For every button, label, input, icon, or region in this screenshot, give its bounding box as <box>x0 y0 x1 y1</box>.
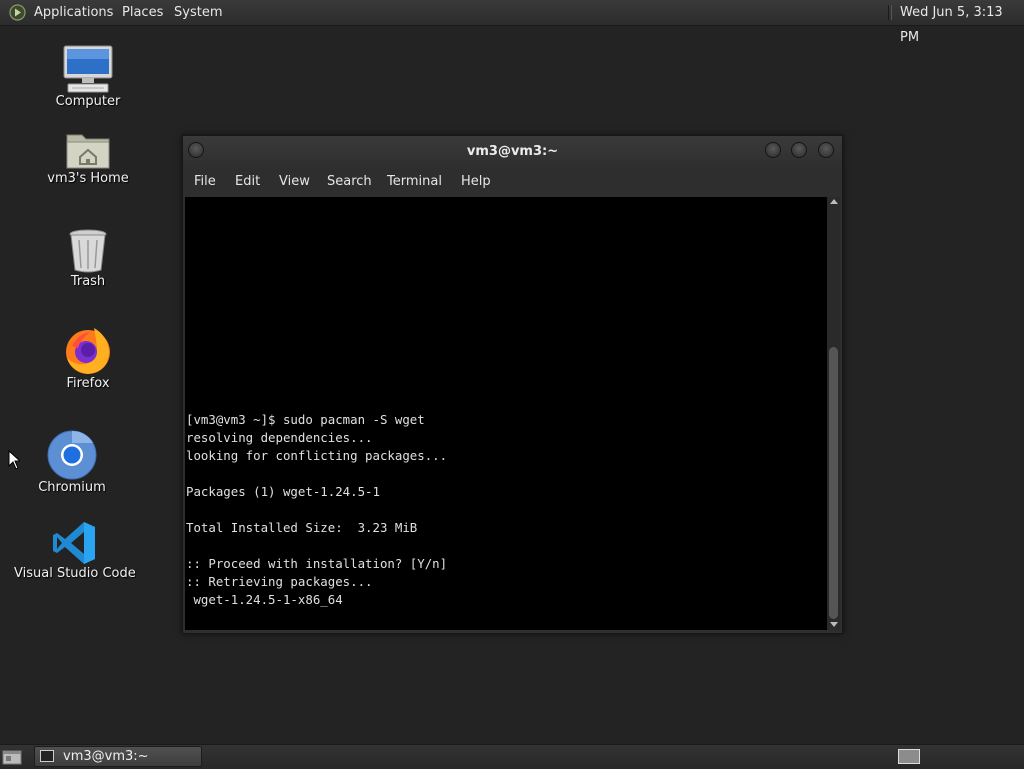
terminal-menubar: File Edit View Search Terminal Help <box>183 167 842 196</box>
window-titlebar[interactable]: vm3@vm3:~ <box>183 136 842 167</box>
mouse-cursor-icon <box>8 450 20 470</box>
vscode-icon <box>53 522 95 564</box>
applications-logo-icon[interactable] <box>9 4 26 21</box>
terminal-line: wget-1.24.5-1-x86_64 <box>186 592 343 607</box>
applications-menu[interactable]: Applications <box>34 0 113 25</box>
menu-edit[interactable]: Edit <box>235 167 260 196</box>
places-menu[interactable]: Places <box>122 0 163 25</box>
menu-view[interactable]: View <box>279 167 310 196</box>
scroll-down-arrow-icon[interactable] <box>830 622 838 627</box>
system-menu[interactable]: System <box>174 0 222 25</box>
clock[interactable]: Wed Jun 5, 3:13 PM <box>900 0 1024 50</box>
menu-help[interactable]: Help <box>461 167 491 196</box>
terminal-line: Packages (1) wget-1.24.5-1 <box>186 484 380 499</box>
desktop-icon-vscode[interactable]: Visual Studio Code <box>14 520 136 581</box>
terminal-line: looking for conflicting packages... <box>186 448 448 463</box>
taskbar-button-terminal[interactable]: vm3@vm3:~ <box>34 746 202 767</box>
terminal-line: [vm3@vm3 ~]$ sudo pacman -S wget <box>186 412 425 427</box>
desktop-icon-label: Computer <box>55 94 121 109</box>
desktop-icon-label: Chromium <box>38 480 106 495</box>
trash-icon <box>69 229 107 273</box>
desktop-icon-firefox[interactable]: Firefox <box>28 326 148 391</box>
terminal-text: [vm3@vm3 ~]$ sudo pacman -S wget resolvi… <box>186 411 447 609</box>
terminal-scrollbar[interactable] <box>827 197 840 630</box>
terminal-line: Total Installed Size: 3.23 MiB <box>186 520 418 535</box>
desktop-icon-computer[interactable]: Computer <box>28 44 148 109</box>
terminal-icon <box>40 750 54 762</box>
window-title: vm3@vm3:~ <box>466 144 559 159</box>
bottom-panel: vm3@vm3:~ <box>0 744 1024 769</box>
menu-search[interactable]: Search <box>327 167 372 196</box>
desktop-icon-label: Visual Studio Code <box>14 566 136 581</box>
workspace-switcher[interactable] <box>898 749 920 764</box>
terminal-window[interactable]: vm3@vm3:~ File Edit View Search Terminal… <box>182 135 843 634</box>
terminal-line: resolving dependencies... <box>186 430 373 445</box>
desktop-icon-chromium[interactable]: Chromium <box>12 430 132 495</box>
scrollbar-thumb[interactable] <box>829 347 838 619</box>
firefox-icon <box>66 328 110 374</box>
chromium-icon <box>47 430 97 480</box>
minimize-button[interactable] <box>765 142 781 158</box>
taskbar-label: vm3@vm3:~ <box>63 749 149 764</box>
panel-separator <box>888 5 892 20</box>
menu-terminal[interactable]: Terminal <box>387 167 442 196</box>
home-folder-icon <box>66 134 110 169</box>
show-desktop-icon[interactable] <box>2 749 22 765</box>
desktop-icon-trash[interactable]: Trash <box>28 228 148 289</box>
desktop-icon-home[interactable]: vm3's Home <box>28 129 148 186</box>
terminal-output[interactable]: [vm3@vm3 ~]$ sudo pacman -S wget resolvi… <box>185 197 827 630</box>
computer-icon <box>63 45 113 93</box>
desktop-icon-label: vm3's Home <box>47 171 129 186</box>
top-panel: Applications Places System Wed Jun 5, 3:… <box>0 0 1024 45</box>
desktop-icon-label: Firefox <box>66 376 110 391</box>
terminal-line: :: Retrieving packages... <box>186 574 373 589</box>
menu-file[interactable]: File <box>194 167 216 196</box>
terminal-line: :: Proceed with installation? [Y/n] <box>186 556 448 571</box>
desktop-icon-label: Trash <box>70 274 106 289</box>
scroll-up-arrow-icon[interactable] <box>830 199 838 204</box>
close-button[interactable] <box>818 142 834 158</box>
maximize-button[interactable] <box>791 142 807 158</box>
